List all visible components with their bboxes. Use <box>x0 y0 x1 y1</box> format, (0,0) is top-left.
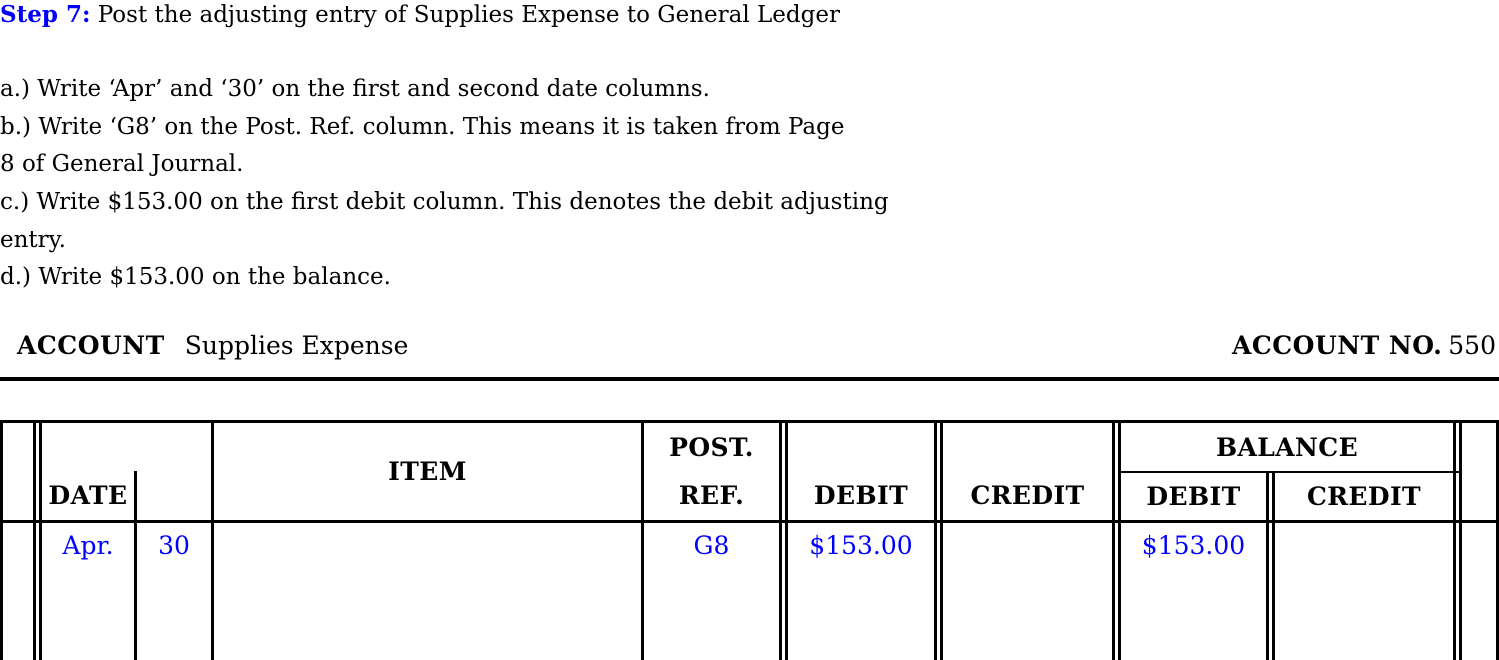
account-label: ACCOUNT <box>17 331 165 360</box>
account-name-group: ACCOUNT Supplies Expense <box>17 331 408 360</box>
header-date: DATE <box>48 481 128 510</box>
step-label: Step 7: <box>0 1 91 28</box>
border-outer-left <box>0 420 3 660</box>
instruction-line-b1: b.) Write ‘G8’ on the Post. Ref. column.… <box>0 114 845 140</box>
border-postref-debit-a <box>779 420 782 660</box>
border-margin-left-a <box>33 420 36 660</box>
border-balance-rightmargin-b <box>1459 420 1462 660</box>
instruction-line-c2: entry. <box>0 227 66 253</box>
border-credit-balance-a <box>1112 420 1115 660</box>
instruction-line-d: d.) Write $153.00 on the balance. <box>0 264 391 290</box>
cell-item[interactable] <box>214 523 641 660</box>
cell-date-month[interactable]: Apr. <box>42 523 134 660</box>
account-divider-rule <box>0 377 1499 381</box>
header-balance: BALANCE <box>1215 432 1359 462</box>
header-debit: DEBIT <box>813 481 909 510</box>
account-header-row: ACCOUNT Supplies Expense ACCOUNT NO. 550 <box>0 331 1499 375</box>
header-balance-credit: CREDIT <box>1306 482 1422 511</box>
cell-balance-debit[interactable]: $153.00 <box>1121 523 1266 660</box>
cell-debit[interactable]: $153.00 <box>788 523 934 660</box>
account-no-label: ACCOUNT NO. <box>1231 331 1443 360</box>
header-post-ref-line2: REF. <box>678 481 745 510</box>
border-debit-credit-a <box>934 420 937 660</box>
header-credit: CREDIT <box>970 481 1085 510</box>
cell-balance-credit[interactable] <box>1275 523 1453 660</box>
cell-post-ref[interactable]: G8 <box>644 523 779 660</box>
border-baldebit-balcredit-a <box>1266 471 1269 660</box>
cell-credit[interactable] <box>943 523 1112 660</box>
step-text: Post the adjusting entry of Supplies Exp… <box>97 2 840 28</box>
account-no-value: 550 <box>1448 331 1496 360</box>
header-balance-debit: DEBIT <box>1146 482 1241 511</box>
header-post-ref-line1: POST. <box>669 432 754 462</box>
step-heading: Step 7: Post the adjusting entry of Supp… <box>0 0 840 35</box>
instruction-line-b2: 8 of General Journal. <box>0 151 244 177</box>
instruction-line-a: a.) Write ‘Apr’ and ‘30’ on the first an… <box>0 76 710 102</box>
cell-date-day[interactable]: 30 <box>137 523 211 660</box>
account-name-value: Supplies Expense <box>184 331 409 360</box>
account-number-group: ACCOUNT NO. 550 <box>1232 331 1496 360</box>
instruction-line-c1: c.) Write $153.00 on the first debit col… <box>0 189 889 215</box>
header-item: ITEM <box>388 457 467 486</box>
border-balance-rightmargin-a <box>1453 420 1456 660</box>
general-ledger-table: DATE ITEM POST. REF. DEBIT CREDIT BALANC… <box>0 420 1499 660</box>
